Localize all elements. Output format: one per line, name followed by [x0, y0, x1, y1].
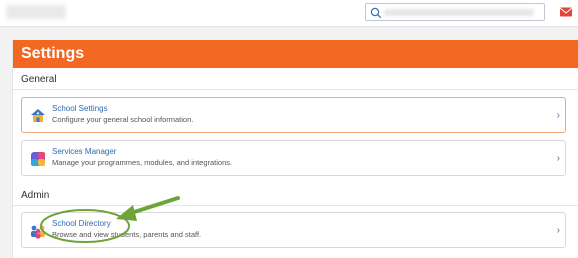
card-school-settings[interactable]: School Settings Configure your general s… [21, 97, 566, 133]
puzzle-app-icon [29, 150, 47, 168]
blurred-app-title [6, 5, 66, 19]
card-description: Browse and view students, parents and st… [52, 230, 202, 239]
chevron-right-icon: › [556, 225, 560, 236]
mail-icon[interactable] [559, 5, 573, 17]
card-title: School Settings [52, 104, 108, 113]
section-label-admin: Admin [21, 190, 50, 201]
card-school-directory[interactable]: School Directory Browse and view student… [21, 212, 566, 248]
top-bar [0, 0, 578, 27]
page-title: Settings [13, 40, 578, 68]
settings-panel: Settings General School Settings Configu… [12, 40, 578, 258]
chevron-right-icon: › [556, 110, 560, 121]
card-description: Manage your programmes, modules, and int… [52, 158, 233, 167]
section-divider [13, 205, 578, 206]
card-description: Configure your general school informatio… [52, 115, 194, 124]
card-title: School Directory [52, 219, 111, 228]
blurred-search-placeholder [384, 9, 534, 16]
section-label-general: General [21, 74, 57, 85]
section-divider [13, 89, 578, 90]
people-directory-icon [29, 222, 47, 240]
school-building-icon [29, 107, 47, 125]
chevron-right-icon: › [556, 153, 560, 164]
card-title: Services Manager [52, 147, 117, 156]
card-services-manager[interactable]: Services Manager Manage your programmes,… [21, 140, 566, 176]
search-input[interactable] [365, 3, 545, 21]
search-icon [370, 6, 382, 24]
